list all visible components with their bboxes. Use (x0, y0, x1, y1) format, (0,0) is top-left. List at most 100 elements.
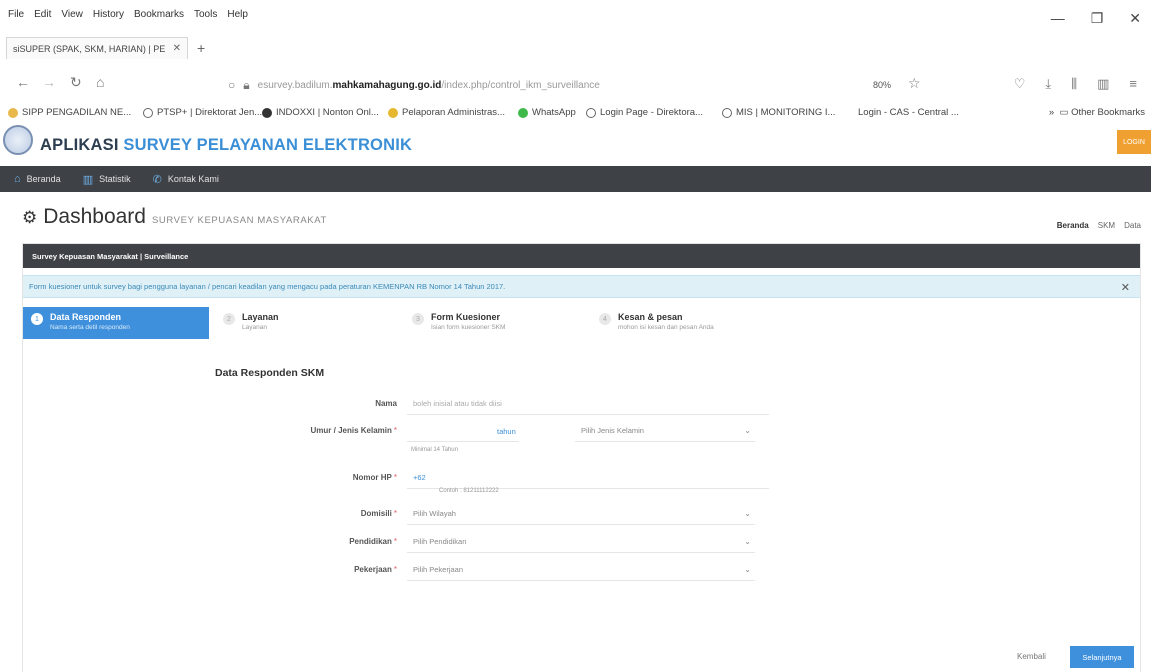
hamburger-menu-icon[interactable]: ≡ (1129, 76, 1137, 92)
menu-view[interactable]: View (61, 9, 83, 20)
minimize-icon[interactable]: — (1051, 10, 1065, 27)
menu-file[interactable]: File (8, 9, 24, 20)
main-navigation: ⌂ Beranda ▥ Statistik ✆ Kontak Kami (0, 166, 1151, 192)
bookmark-favicon-icon (262, 107, 272, 118)
menu-tools[interactable]: Tools (194, 9, 217, 20)
forward-arrow-icon[interactable]: → (42, 74, 56, 90)
app-logo-icon (3, 125, 33, 155)
browser-navbar: ← → ↻ ⌂ ○ 🔒︎ esurvey.badilum. mahkamahag… (0, 72, 1151, 98)
menu-help[interactable]: Help (227, 9, 248, 20)
close-icon[interactable]: ✕ (1121, 281, 1130, 294)
bookmark-item[interactable]: Pelaporan Administras... (388, 107, 505, 118)
restore-icon[interactable]: ❐ (1091, 10, 1104, 27)
back-arrow-icon[interactable]: ← (16, 74, 30, 90)
tab-title: siSUPER (SPAK, SKM, HARIAN) | PE (13, 43, 166, 54)
whatsapp-icon (518, 107, 528, 118)
tab-close-icon[interactable]: ✕ (173, 43, 181, 54)
bookmark-item[interactable]: Login - CAS - Central ... (858, 107, 959, 118)
breadcrumb-skm[interactable]: SKM (1098, 221, 1115, 230)
next-button[interactable]: Selanjutnya (1070, 646, 1134, 668)
step-number: 1 (31, 313, 43, 325)
library-icon[interactable]: ⫼ (1071, 76, 1077, 92)
pekerjaan-select[interactable]: Pilih Pekerjaan ⌄ (407, 559, 755, 581)
step-subtitle: mohon isi kesan dan pesan Anda (618, 324, 714, 331)
login-button[interactable]: LOGIN (1117, 130, 1151, 154)
page-title: Dashboard (43, 205, 146, 228)
shield-icon[interactable]: ○ (228, 78, 235, 92)
step-data-responden[interactable]: 1 Data Responden Nama serta detil respond… (23, 307, 209, 339)
menu-edit[interactable]: Edit (34, 9, 51, 20)
lock-icon[interactable]: 🔒︎ (243, 78, 249, 93)
nama-input[interactable]: boleh inisial atau tidak diisi (407, 393, 769, 415)
form-row-pendidikan: Pendidikan * Pilih Pendidikan ⌄ (215, 531, 775, 555)
app-title: APLIKASI SURVEY PELAYANAN ELEKTRONIK (40, 136, 413, 154)
bookmark-item[interactable]: Login Page - Direktora... (586, 107, 703, 118)
browser-toolbar-right: ♡ ⤓ ⫼ ▥ ≡ (1014, 76, 1137, 92)
breadcrumb: Beranda SKM Data (1057, 221, 1141, 230)
step-number: 3 (412, 313, 424, 325)
other-bookmarks[interactable]: » ▭ Other Bookmarks (1049, 107, 1145, 118)
step-title: Layanan (242, 312, 279, 322)
form-row-domisili: Domisili * Pilih Wilayah ⌄ (215, 503, 775, 527)
domisili-select[interactable]: Pilih Wilayah ⌄ (407, 503, 755, 525)
step-subtitle: Nama serta detil responden (50, 324, 130, 331)
folder-icon: ▭ (1059, 107, 1069, 118)
nav-item-kontak[interactable]: ✆ Kontak Kami (153, 173, 219, 186)
hp-hint: Contoh : 81211112222 (439, 488, 499, 494)
home-icon[interactable]: ⌂ (96, 74, 104, 90)
breadcrumb-data: Data (1124, 221, 1141, 230)
bookmark-item[interactable]: WhatsApp (518, 107, 576, 118)
close-window-icon[interactable]: ✕ (1129, 10, 1141, 27)
pendidikan-label: Pendidikan * (349, 537, 397, 546)
step-form-kuesioner[interactable]: 3 Form Kuesioner Isian form kuesioner SKM (404, 307, 505, 339)
hp-label: Nomor HP * (352, 473, 397, 482)
bookmark-favicon-icon (388, 107, 398, 118)
bookmark-star-icon[interactable]: ☆ (908, 75, 921, 92)
hp-input[interactable]: +62 (407, 467, 769, 489)
gear-icon: ⚙ (22, 208, 38, 227)
reload-icon[interactable]: ↻ (70, 74, 82, 91)
breadcrumb-beranda[interactable]: Beranda (1057, 221, 1089, 230)
download-icon[interactable]: ⤓ (1045, 76, 1051, 92)
chevron-down-icon: ⌄ (744, 565, 751, 574)
pendidikan-select[interactable]: Pilih Pendidikan ⌄ (407, 531, 755, 553)
bookmark-item[interactable]: MIS | MONITORING I... (722, 107, 835, 118)
bookmark-item[interactable]: PTSP+ | Direktorat Jen... (143, 107, 262, 118)
bookmark-item[interactable]: SIPP PENGADILAN NE... (8, 107, 131, 118)
step-title: Kesan & pesan (618, 312, 683, 322)
url-prefix: esurvey.badilum. (257, 79, 333, 91)
bookmark-favicon-icon (8, 107, 18, 118)
bar-chart-icon: ▥ (82, 173, 94, 186)
domisili-label: Domisili * (360, 509, 397, 518)
form-title: Data Responden SKM (215, 367, 325, 379)
form-row-nama: Nama boleh inisial atau tidak diisi (215, 393, 775, 417)
chevron-down-icon: ⌄ (744, 537, 751, 546)
bookmark-item[interactable]: INDOXXI | Nonton Onl... (262, 107, 379, 118)
back-button[interactable]: Kembali (1017, 652, 1046, 661)
step-title: Form Kuesioner (431, 312, 501, 322)
nav-item-beranda[interactable]: ⌂ Beranda (14, 173, 61, 185)
menu-bookmarks[interactable]: Bookmarks (134, 9, 184, 20)
browser-tab[interactable]: siSUPER (SPAK, SKM, HARIAN) | PE ✕ (6, 37, 188, 59)
wizard-steps: 1 Data Responden Nama serta detil respond… (23, 307, 1140, 339)
step-kesan-pesan[interactable]: 4 Kesan & pesan mohon isi kesan dan pesan… (591, 307, 714, 339)
sidebar-icon[interactable]: ▥ (1097, 76, 1109, 92)
page-heading: ⚙ Dashboard SURVEY KEPUASAN MASYARAKAT (22, 205, 327, 229)
url-domain: mahkamahagung.go.id (332, 79, 442, 91)
new-tab-icon[interactable]: + (197, 40, 205, 56)
menu-history[interactable]: History (93, 9, 124, 20)
chevron-right-icon[interactable]: » (1049, 107, 1054, 118)
step-layanan[interactable]: 2 Layanan Layanan (215, 307, 279, 339)
nav-item-statistik[interactable]: ▥ Statistik (83, 173, 131, 186)
chevron-down-icon: ⌄ (744, 509, 751, 518)
pekerjaan-label: Pekerjaan * (354, 565, 397, 574)
step-number: 4 (599, 313, 611, 325)
url-bar[interactable]: ○ 🔒︎ esurvey.badilum. mahkamahagung.go.i… (228, 76, 928, 94)
home-icon: ⌂ (14, 173, 21, 185)
nama-label: Nama (375, 399, 397, 408)
globe-icon (722, 107, 732, 118)
jenis-kelamin-select[interactable]: Pilih Jenis Kelamin ⌄ (575, 420, 755, 442)
zoom-level[interactable]: 80% (873, 80, 891, 90)
pocket-icon[interactable]: ♡ (1014, 76, 1026, 92)
step-number: 2 (223, 313, 235, 325)
